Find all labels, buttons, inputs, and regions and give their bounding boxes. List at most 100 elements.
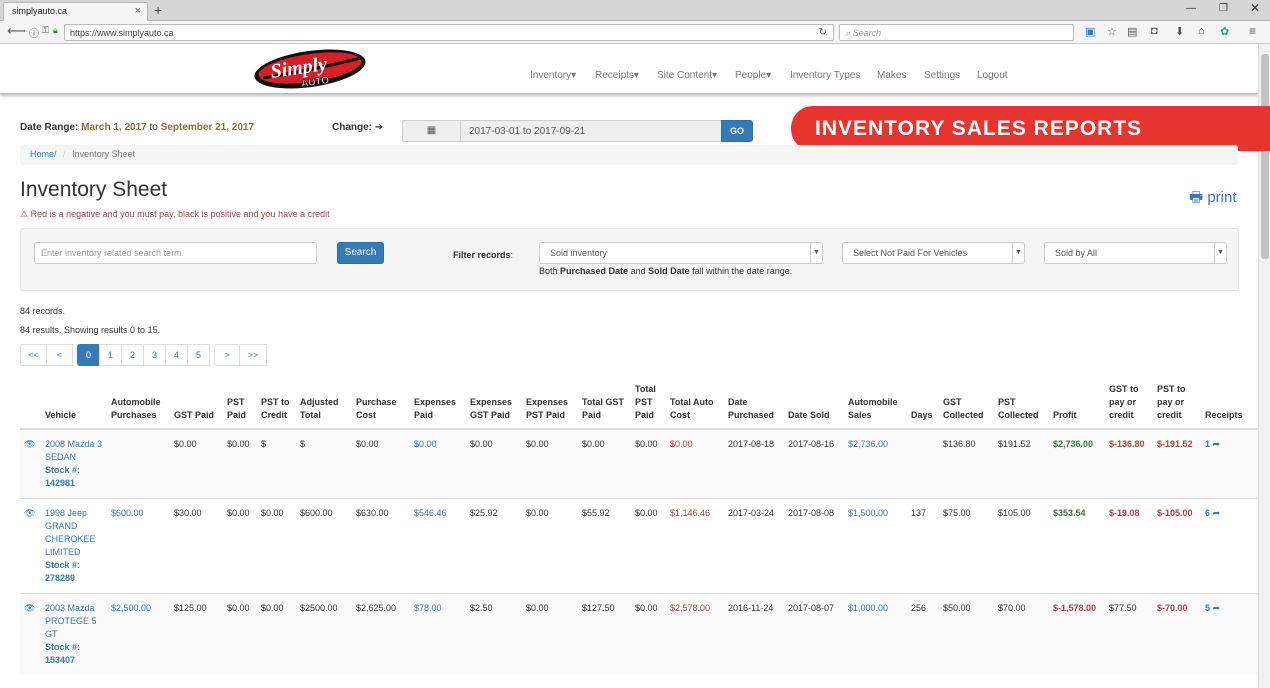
inventory-search-input[interactable]: Enter inventory related search term — [34, 242, 317, 264]
col-header[interactable]: Automobile Sales — [844, 380, 907, 430]
cell-expenses-paid[interactable]: $546.46 — [410, 498, 466, 594]
cell-purchase-cost: $0.00 — [352, 428, 410, 499]
page-last[interactable]: >> — [239, 344, 267, 366]
menu-inventory[interactable]: Inventory▾ — [530, 70, 576, 81]
vehicle-link[interactable]: 2008 Mazda 3 SEDAN — [45, 439, 102, 462]
browser-search-input[interactable]: ⌕ Search — [839, 24, 1074, 41]
view-eye-icon[interactable]: 👁︎ — [24, 603, 35, 613]
addon-icon[interactable]: ✿ — [1220, 25, 1229, 38]
col-header[interactable]: Days — [907, 380, 939, 430]
menu-site-content[interactable]: Site Content▾ — [657, 70, 717, 81]
cell-expenses-paid[interactable]: $78.00 — [410, 593, 466, 675]
page-next[interactable]: > — [214, 344, 240, 366]
cell-auto-purchases[interactable]: $600.00 — [107, 498, 170, 594]
view-eye-icon[interactable]: 👁︎ — [24, 508, 35, 518]
col-header[interactable]: GST to pay or credit — [1105, 380, 1153, 430]
page-5[interactable]: 5 — [187, 344, 210, 366]
key-icon[interactable]: ⚿ — [42, 25, 49, 36]
reload-icon[interactable]: ↻ — [819, 27, 827, 38]
menu-receipts[interactable]: Receipts▾ — [595, 70, 639, 81]
date-range-picker[interactable]: ▦ 2017-03-01 to 2017-09-21 — [402, 120, 722, 142]
cell-expenses-paid[interactable]: $0.00 — [410, 428, 466, 499]
calendar-icon[interactable]: ▦ — [403, 121, 461, 141]
inventory-status-select[interactable]: Sold inventory ▼ — [539, 242, 823, 264]
cell-total-gst: $55.92 — [578, 498, 631, 594]
page-3[interactable]: 3 — [143, 344, 166, 366]
col-header[interactable]: Adjusted Total — [296, 380, 352, 430]
col-header[interactable]: PST Paid — [223, 380, 257, 430]
menu-settings[interactable]: Settings — [924, 70, 960, 81]
home-icon[interactable]: ⌂ — [1198, 25, 1205, 37]
col-header[interactable]: Purchase Cost — [352, 380, 410, 430]
cell-auto-sales[interactable]: $1,000.00 — [844, 593, 907, 675]
receipts-link[interactable]: 1 ➦ — [1205, 439, 1220, 449]
menu-makes[interactable]: Makes — [877, 70, 906, 81]
col-header[interactable]: Expenses PST Paid — [522, 380, 578, 430]
page-1[interactable]: 1 — [99, 344, 122, 366]
info-icon[interactable]: ⓘ — [29, 25, 39, 40]
cell-auto-sales[interactable]: $2,736.00 — [844, 428, 907, 499]
receipts-link[interactable]: 5 ➦ — [1205, 603, 1220, 613]
col-header[interactable]: Total Auto Cost — [666, 380, 724, 430]
col-header[interactable]: GST Paid — [170, 380, 223, 430]
col-header[interactable]: Date Purchased — [724, 380, 784, 430]
page-4[interactable]: 4 — [165, 344, 188, 366]
go-button[interactable]: GO — [721, 120, 753, 142]
breadcrumb-home[interactable]: Home/ — [30, 149, 57, 159]
col-header[interactable]: Automobile Purchases — [107, 380, 170, 430]
receipts-link[interactable]: 6 ➦ — [1205, 508, 1220, 518]
view-eye-icon[interactable]: 👁︎ — [24, 439, 35, 449]
url-bar[interactable]: https://www.simplyauto.ca ↻ — [64, 24, 834, 41]
close-tab-icon[interactable]: × — [135, 5, 141, 17]
bookmark-star-icon[interactable]: ☆ — [1107, 25, 1117, 38]
sold-by-select[interactable]: Sold by All ▼ — [1044, 242, 1227, 264]
clipboard-icon[interactable]: ▤ — [1127, 25, 1137, 38]
cell-date-sold: 2017-08-16 — [784, 428, 844, 499]
cell-auto-purchases[interactable] — [107, 428, 170, 499]
download-icon[interactable]: ⬇ — [1175, 25, 1184, 38]
restore-icon[interactable]: ❐ — [1219, 3, 1228, 14]
url-text: https://www.simplyauto.ca — [70, 28, 174, 38]
vehicle-link[interactable]: 2003 Mazda PROTEGE 5 GT — [45, 603, 97, 639]
minimize-icon[interactable]: — — [1186, 3, 1196, 14]
scrollbar-thumb[interactable] — [1261, 54, 1269, 259]
col-header[interactable]: Profit — [1049, 380, 1105, 430]
col-header[interactable]: Date Sold — [784, 380, 844, 430]
cell-auto-sales[interactable]: $1,500.00 — [844, 498, 907, 594]
cell-profit: $-1,578.00 — [1049, 593, 1105, 675]
page-2[interactable]: 2 — [121, 344, 144, 366]
close-window-icon[interactable]: ✕ — [1250, 1, 1260, 15]
cell-auto-purchases[interactable]: $2,500.00 — [107, 593, 170, 675]
stock-number[interactable]: Stock #: 142981 — [45, 465, 80, 488]
page-0[interactable]: 0 — [77, 344, 100, 366]
back-icon[interactable]: ⟵ — [7, 23, 26, 39]
vehicle-link[interactable]: 1998 Jeep GRAND CHEROKEE LIMITED — [45, 508, 96, 557]
col-header[interactable]: Vehicle — [41, 380, 107, 430]
cell-pst-collected: $105.00 — [994, 498, 1049, 594]
new-tab-icon[interactable]: + — [154, 2, 162, 18]
search-button[interactable]: Search — [337, 242, 384, 264]
col-header[interactable]: Expenses Paid — [410, 380, 466, 430]
extension-icon[interactable]: ▣ — [1085, 25, 1095, 38]
col-header[interactable]: Expenses GST Paid — [466, 380, 522, 430]
simply-auto-logo[interactable]: Simply AUTO — [253, 48, 368, 90]
menu-logout[interactable]: Logout — [977, 70, 1008, 81]
menu-inventory-types[interactable]: Inventory Types — [790, 70, 860, 81]
stock-number[interactable]: Stock #: 153407 — [45, 642, 80, 665]
pocket-icon[interactable]: ◘ — [1151, 25, 1158, 37]
page-first[interactable]: << — [20, 344, 47, 366]
page-prev[interactable]: < — [46, 344, 73, 366]
col-header[interactable]: Total PST Paid — [631, 380, 666, 430]
col-header[interactable]: PST to Credit — [257, 380, 296, 430]
col-header[interactable]: Total GST Paid — [578, 380, 631, 430]
menu-icon[interactable]: ≡ — [1249, 24, 1256, 38]
menu-people[interactable]: People▾ — [735, 70, 771, 81]
col-header[interactable]: PST to pay or credit — [1153, 380, 1201, 430]
paid-status-select[interactable]: Select Not Paid For Vehicles ▼ — [842, 242, 1025, 264]
col-header[interactable]: Receipts — [1201, 380, 1258, 430]
stock-number[interactable]: Stock #: 278289 — [45, 560, 80, 583]
print-button[interactable]: 🖶︎ print — [1189, 187, 1237, 212]
browser-tab[interactable]: simplyauto.ca × — [3, 2, 148, 21]
col-header[interactable]: PST Collected — [994, 380, 1049, 430]
col-header[interactable]: GST Collected — [939, 380, 994, 430]
